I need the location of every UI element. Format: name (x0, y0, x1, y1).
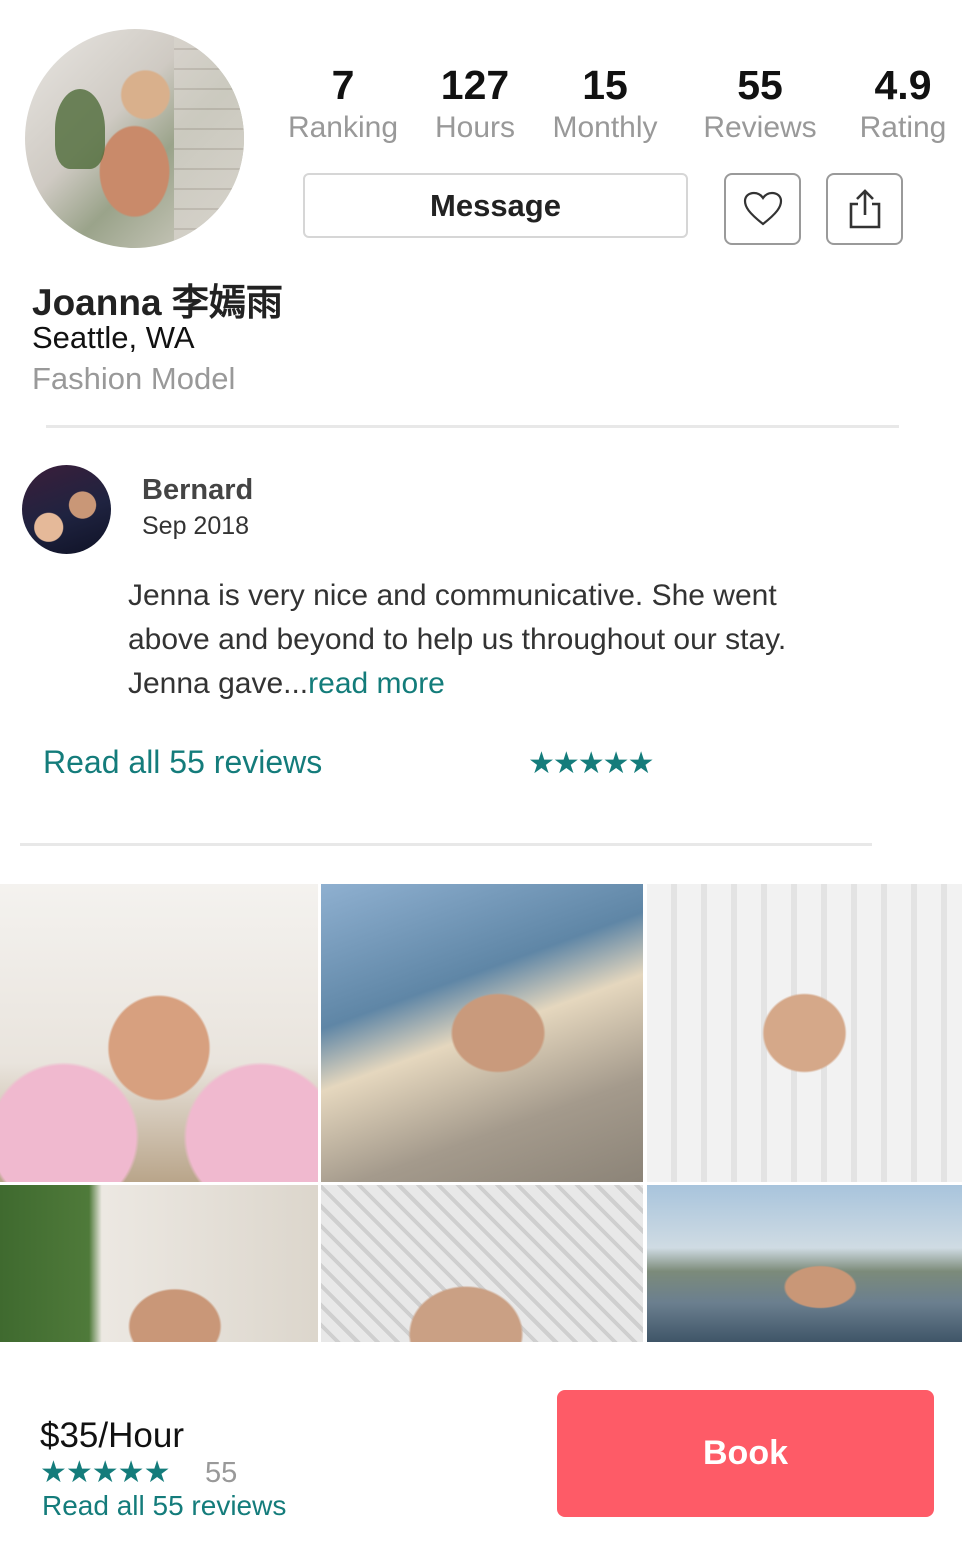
hourly-price: $35/Hour (40, 1416, 184, 1455)
stat-label: Monthly (552, 111, 658, 144)
review-body: Jenna is very nice and communicative. Sh… (128, 579, 787, 700)
review-stars: ★★★★★ (528, 747, 654, 780)
gallery-photo[interactable] (321, 884, 643, 1182)
stat-rating: 4.9 Rating (858, 62, 948, 148)
gallery-photo[interactable] (647, 884, 962, 1182)
gallery-photo[interactable] (0, 1185, 318, 1342)
heart-icon (743, 191, 782, 226)
stat-value: 15 (582, 62, 628, 108)
profile-profession: Fashion Model (32, 361, 236, 396)
stat-value: 4.9 (874, 62, 932, 108)
stat-hours: 127 Hours (432, 62, 518, 148)
stat-value: 55 (737, 62, 783, 108)
stat-label: Reviews (703, 111, 817, 144)
rating-stars: ★★★★★ (40, 1456, 170, 1489)
stat-value: 127 (440, 62, 510, 108)
stat-monthly: 15 Monthly (549, 62, 661, 148)
read-all-reviews-link[interactable]: Read all 55 reviews (43, 744, 322, 781)
gallery-photo[interactable] (0, 884, 318, 1182)
read-all-reviews-link-bottom[interactable]: Read all 55 reviews (42, 1490, 286, 1522)
share-button[interactable] (826, 173, 903, 245)
review-text: Jenna is very nice and communicative. Sh… (128, 574, 828, 706)
book-button[interactable]: Book (557, 1390, 934, 1517)
reviewer-avatar[interactable] (22, 465, 111, 554)
stat-label: Rating (859, 111, 947, 144)
message-button[interactable]: Message (303, 173, 688, 238)
stat-label: Ranking (287, 111, 399, 144)
review-count: 55 (205, 1457, 238, 1489)
review-date: Sep 2018 (142, 512, 250, 540)
gallery-photo[interactable] (647, 1185, 962, 1342)
profile-name: Joanna 李嫣雨 (32, 282, 283, 323)
gallery-photo[interactable] (321, 1185, 643, 1342)
stat-reviews: 55 Reviews (702, 62, 818, 148)
read-more-link[interactable]: read more (308, 667, 445, 700)
reviewer-name: Bernard (142, 474, 254, 506)
divider (46, 425, 899, 428)
profile-location: Seattle, WA (32, 320, 195, 355)
avatar-photo-detail (174, 29, 244, 248)
favorite-button[interactable] (724, 173, 801, 245)
stat-label: Hours (434, 111, 516, 144)
avatar-photo-detail (55, 89, 105, 169)
profile-avatar[interactable] (25, 29, 244, 248)
divider (20, 843, 872, 846)
stat-ranking: 7 Ranking (287, 62, 399, 148)
stat-value: 7 (331, 62, 355, 108)
share-icon (849, 189, 880, 229)
